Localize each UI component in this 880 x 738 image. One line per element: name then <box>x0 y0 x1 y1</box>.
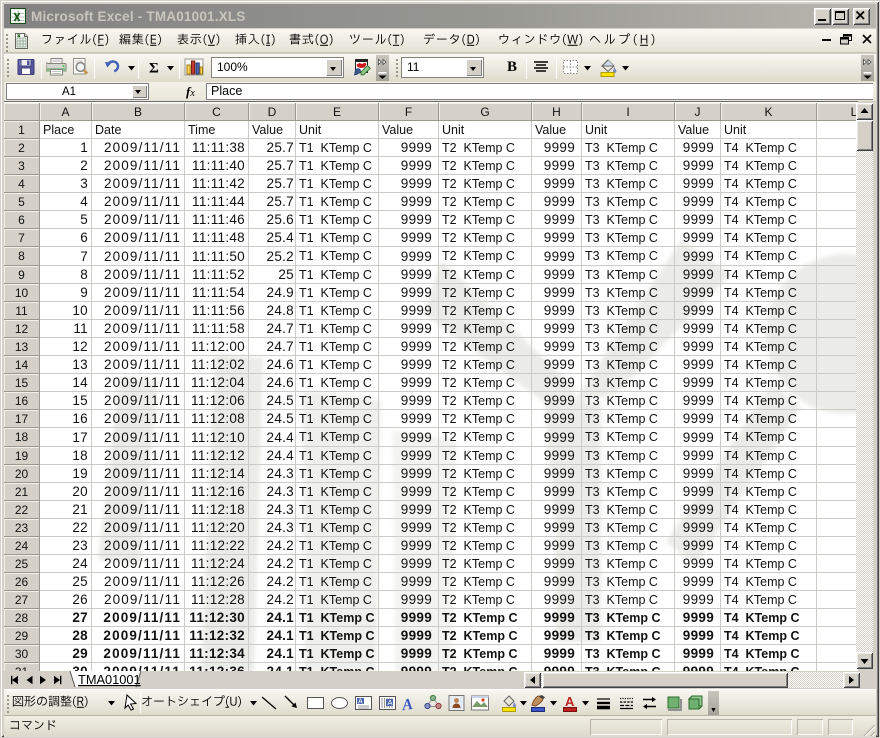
svg-text:A: A <box>388 698 393 707</box>
svg-text:A: A <box>358 699 363 706</box>
svg-text:A: A <box>565 694 575 709</box>
svg-text:TMA01001: TMA01001 <box>78 672 141 687</box>
svg-text:A: A <box>401 696 414 713</box>
svg-text:Σ: Σ <box>149 61 159 77</box>
